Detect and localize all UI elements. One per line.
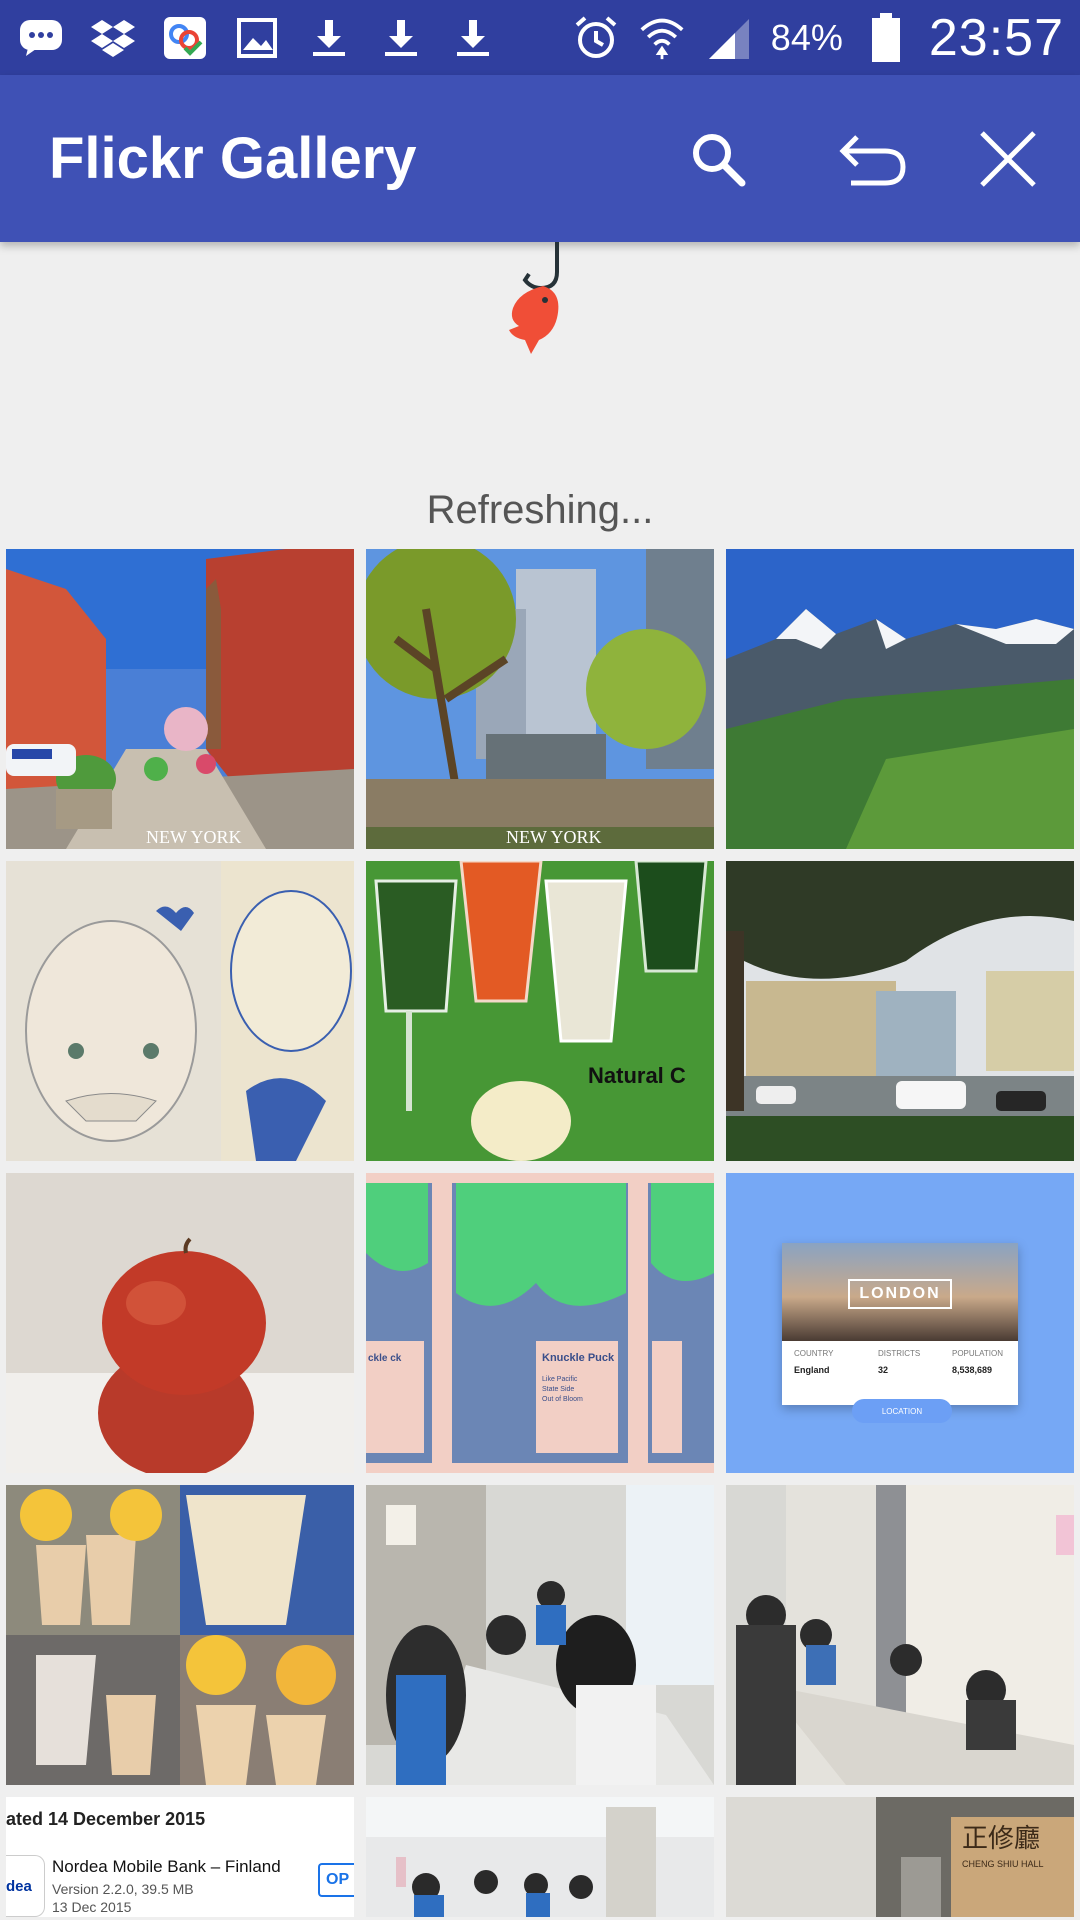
poster-title: Knuckle Puck [542,1352,615,1364]
app-title: Flickr Gallery [49,126,417,191]
location-button: LOCATION [852,1399,952,1423]
dropbox-icon [90,15,136,61]
status-bar: 84% 23:57 [0,0,1080,75]
population-value: 8,538,689 [952,1365,993,1375]
app-name: Nordea Mobile Bank – Finland [52,1857,281,1876]
undo-icon [839,135,906,186]
close-button[interactable] [972,123,1044,195]
districts-value: 32 [878,1365,889,1375]
hallway-students-photo[interactable] [366,1797,714,1917]
undo-button[interactable] [828,123,918,195]
battery-icon [863,12,909,62]
cheng-shiu-hall-photo[interactable]: 正修廳 CHENG SHIU HALL [726,1797,1074,1917]
poster-title-left: ckle ck [368,1353,402,1364]
wifi-icon [639,15,685,61]
blue-girl-illustration-photo[interactable] [6,861,354,1161]
cell-signal-icon [705,15,751,61]
new-york-park-photo[interactable]: NEW YORK [366,549,714,849]
london-app-design-photo[interactable]: LONDON COUNTRY England DISTRICTS 32 POPU… [726,1173,1074,1473]
districts-label: DISTRICTS [878,1349,921,1358]
app-update-screenshot[interactable]: ated 14 December 2015 dea Nordea Mobile … [6,1797,354,1917]
country-label: COUNTRY [794,1349,834,1358]
close-icon [980,131,1036,187]
london-title: LONDON [848,1279,952,1309]
app-bar: Flickr Gallery [0,75,1080,242]
office-campus-photo[interactable] [726,861,1074,1161]
knuckle-puck-poster-photo[interactable]: Knuckle Puck Like Pacific State Side Out… [366,1173,714,1473]
country-value: England [794,1365,830,1375]
gallery-icon [234,15,280,61]
app-date: 13 Dec 2015 [52,1899,132,1915]
open-button: OP [318,1863,354,1897]
tile-caption: NEW YORK [506,827,602,847]
apple-photo[interactable] [6,1173,354,1473]
app-version: Version 2.2.0, 39.5 MB [52,1881,194,1897]
new-york-street-photo[interactable]: NEW YORK [6,549,354,849]
photos-sync-icon [162,15,208,61]
tile-caption: NEW YORK [146,827,242,847]
poster-line: State Side [542,1386,574,1393]
nordea-logo: dea [6,1855,45,1917]
fish-hook-icon [509,242,559,354]
hall-sign-chinese: 正修廳 [962,1824,1040,1854]
students-registration-photo[interactable] [366,1485,714,1785]
registration-table-photo[interactable] [726,1485,1074,1785]
clock: 23:57 [928,8,1064,67]
update-date-text: ated 14 December 2015 [6,1809,206,1829]
poster-line: Out of Bloom [542,1396,583,1403]
london-card: LONDON COUNTRY England DISTRICTS 32 POPU… [782,1243,1018,1405]
hall-sign-english: CHENG SHIU HALL [962,1859,1044,1869]
tile-caption: Natural C [588,1063,686,1088]
download-icon [378,15,424,61]
messages-icon [18,15,64,61]
pull-to-refresh-area: Refreshing... [0,242,1080,548]
download-icon [306,15,352,61]
alarm-icon [573,15,619,61]
population-label: POPULATION [952,1349,1003,1358]
search-icon [693,134,746,187]
mountain-landscape-photo[interactable] [726,549,1074,849]
juice-glasses-photo[interactable]: Natural C [366,861,714,1161]
smoothie-collage-photo[interactable] [6,1485,354,1785]
download-icon [450,15,496,61]
refresh-status-text: Refreshing... [426,488,654,532]
poster-line: Like Pacific [542,1376,578,1383]
battery-percent: 84% [770,16,843,58]
search-button[interactable] [682,123,754,195]
